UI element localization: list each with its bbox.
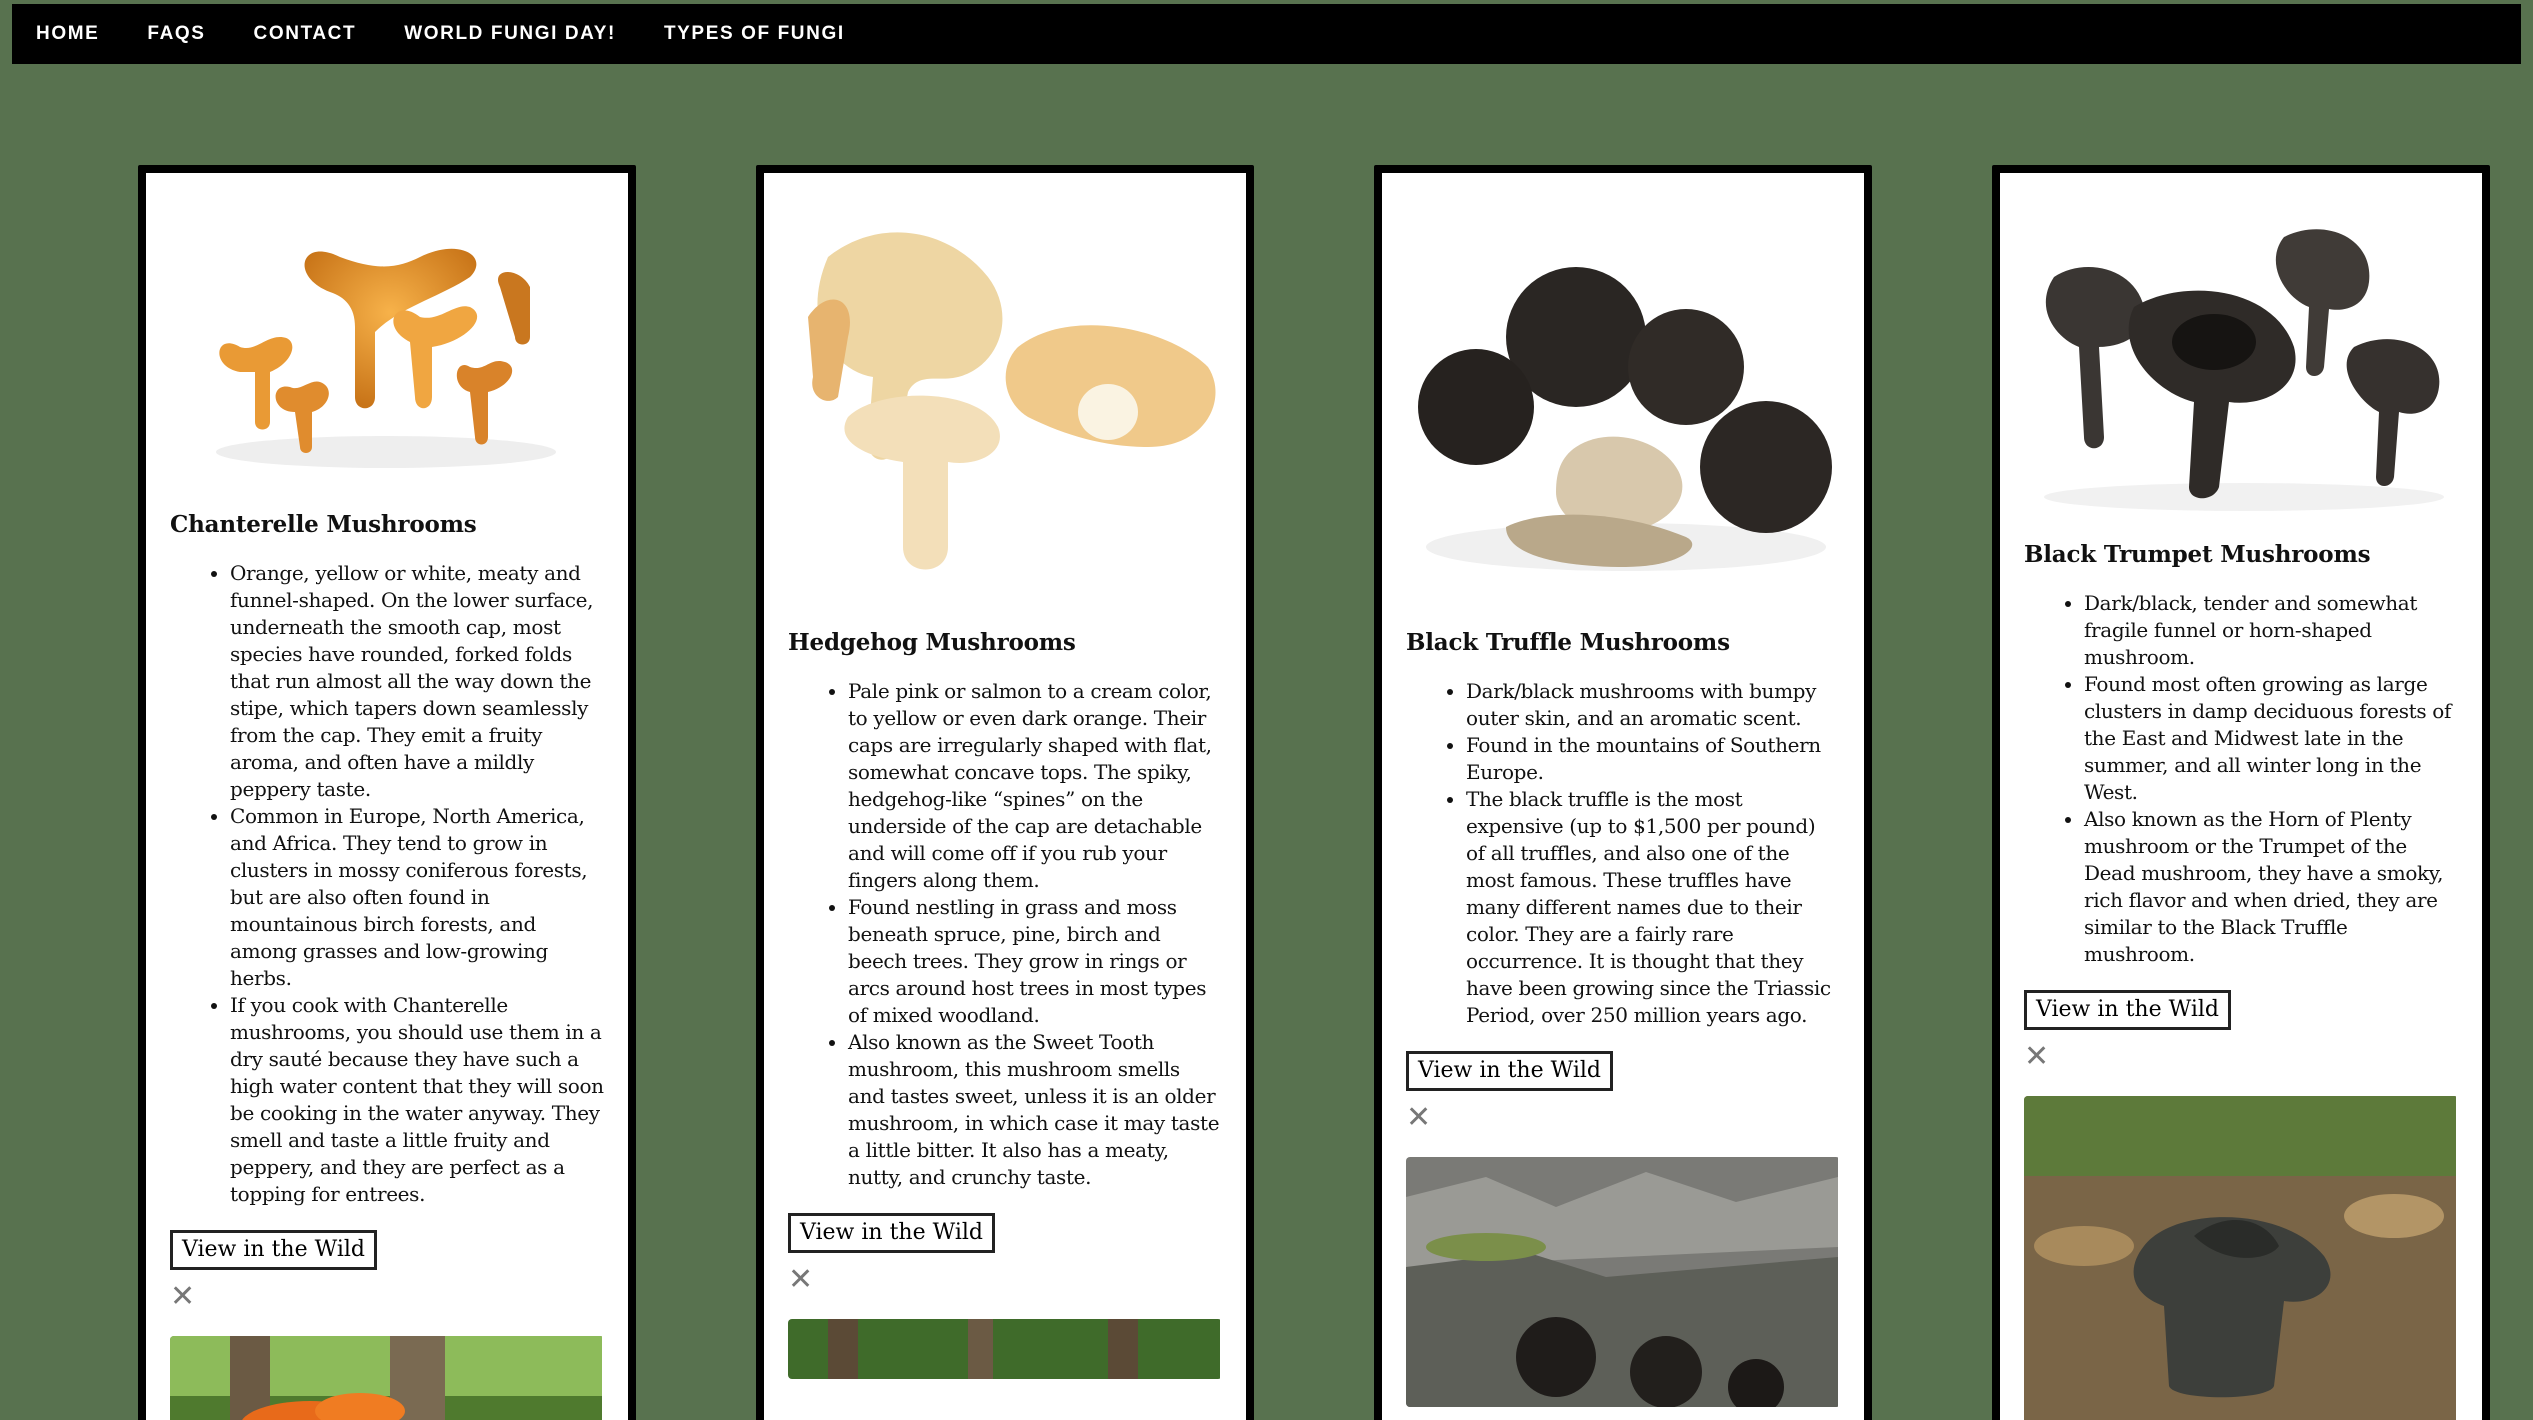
list-item: Pale pink or salmon to a cream color, to… [848, 678, 1222, 894]
list-item: The black truffle is the most expensive … [1466, 786, 1840, 1029]
chanterelle-photo [170, 197, 604, 487]
chanterelle-wild-photo [170, 1336, 604, 1420]
list-item: Common in Europe, North America, and Afr… [230, 803, 604, 992]
card-title: Chanterelle Mushrooms [170, 511, 477, 538]
list-item: Found most often growing as large cluste… [2084, 671, 2458, 806]
close-icon[interactable]: ✕ [788, 1265, 814, 1295]
facts-list: Pale pink or salmon to a cream color, to… [788, 678, 1222, 1191]
black-truffle-wild-photo [1406, 1157, 1840, 1407]
list-item: Found nestling in grass and moss beneath… [848, 894, 1222, 1029]
nav-world-fungi-day-link[interactable]: WORLD FUNGI DAY! [404, 23, 616, 45]
nav-types-of-fungi-link[interactable]: TYPES OF FUNGI [664, 23, 845, 45]
facts-list: Orange, yellow or white, meaty and funne… [170, 560, 604, 1208]
facts-list: Dark/black, tender and somewhat fragile … [2024, 590, 2458, 968]
list-item: Orange, yellow or white, meaty and funne… [230, 560, 604, 803]
list-item: Also known as the Sweet Tooth mushroom, … [848, 1029, 1222, 1191]
hedgehog-photo [788, 197, 1222, 605]
view-in-the-wild-button[interactable]: View in the Wild [2024, 990, 2231, 1030]
hedgehog-wild-photo [788, 1319, 1222, 1379]
mushroom-card-hedgehog: Hedgehog Mushrooms Pale pink or salmon t… [756, 165, 1254, 1420]
mushroom-card-chanterelle: Chanterelle Mushrooms Orange, yellow or … [138, 165, 636, 1420]
nav-home-link[interactable]: HOME [36, 23, 99, 45]
facts-list: Dark/black mushrooms with bumpy outer sk… [1406, 678, 1840, 1029]
list-item: If you cook with Chanterelle mushrooms, … [230, 992, 604, 1208]
list-item: Found in the mountains of Southern Europ… [1466, 732, 1840, 786]
list-item: Also known as the Horn of Plenty mushroo… [2084, 806, 2458, 968]
mushroom-card-black-trumpet: Black Trumpet Mushrooms Dark/black, tend… [1992, 165, 2490, 1420]
top-nav: HOME FAQS CONTACT WORLD FUNGI DAY! TYPES… [12, 4, 2521, 64]
black-truffle-photo [1406, 197, 1840, 605]
close-icon[interactable]: ✕ [1406, 1103, 1432, 1133]
list-item: Dark/black mushrooms with bumpy outer sk… [1466, 678, 1840, 732]
view-in-the-wild-button[interactable]: View in the Wild [1406, 1051, 1613, 1091]
close-icon[interactable]: ✕ [170, 1282, 196, 1312]
card-title: Black Trumpet Mushrooms [2024, 541, 2371, 568]
mushroom-card-black-truffle: Black Truffle Mushrooms Dark/black mushr… [1374, 165, 1872, 1420]
list-item: Dark/black, tender and somewhat fragile … [2084, 590, 2458, 671]
view-in-the-wild-button[interactable]: View in the Wild [170, 1230, 377, 1270]
close-icon[interactable]: ✕ [2024, 1042, 2050, 1072]
black-trumpet-wild-photo [2024, 1096, 2458, 1420]
nav-faqs-link[interactable]: FAQS [147, 23, 205, 45]
card-title: Black Truffle Mushrooms [1406, 629, 1730, 656]
nav-contact-link[interactable]: CONTACT [254, 23, 357, 45]
card-title: Hedgehog Mushrooms [788, 629, 1076, 656]
view-in-the-wild-button[interactable]: View in the Wild [788, 1213, 995, 1253]
black-trumpet-photo [2024, 197, 2458, 517]
